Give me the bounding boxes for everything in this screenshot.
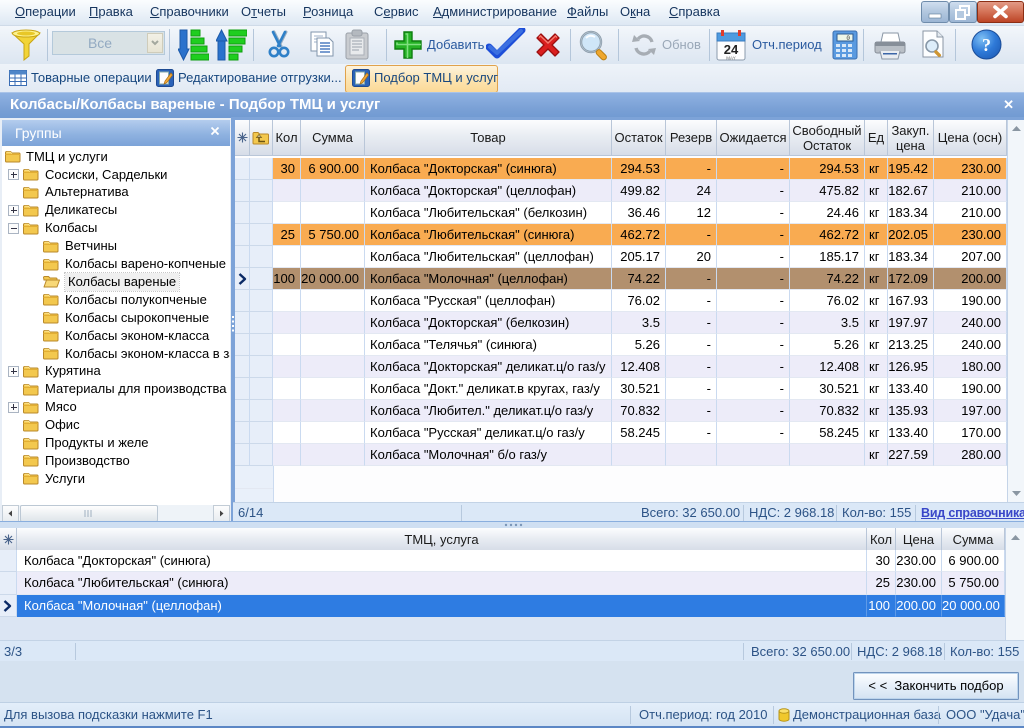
svg-text:0: 0 [846, 35, 850, 42]
svg-text:MAY: MAY [726, 56, 735, 61]
svg-text:?: ? [982, 35, 991, 55]
